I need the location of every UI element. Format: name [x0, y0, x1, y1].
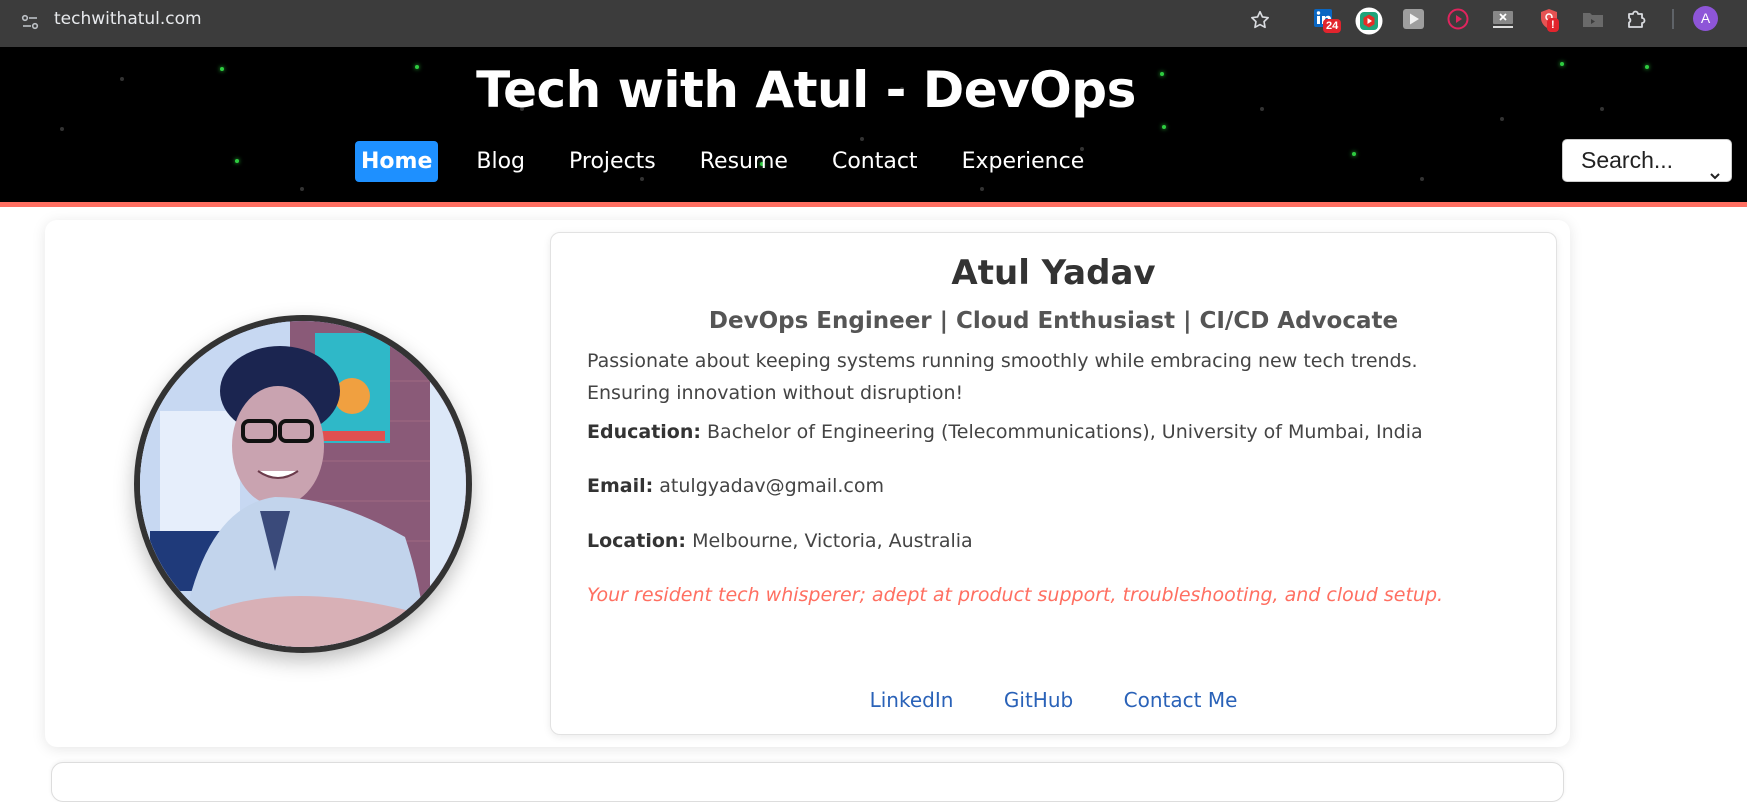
header-accent-line — [0, 202, 1747, 207]
profile-name: Atul Yadav — [951, 253, 1156, 293]
linkedin-extension-icon[interactable]: 24 — [1313, 7, 1342, 33]
nav-home[interactable]: Home — [355, 141, 439, 182]
linkedin-badge: 24 — [1323, 19, 1342, 33]
location-label: Location: — [587, 530, 687, 552]
location-value: Melbourne, Victoria, Australia — [692, 530, 973, 552]
play-extension-icon[interactable] — [1402, 7, 1428, 33]
email-label: Email: — [587, 475, 654, 497]
nav-blog[interactable]: Blog — [470, 141, 531, 182]
browser-toolbar: techwithatul.com 24 ! A — [0, 0, 1747, 47]
education-value: Bachelor of Engineering (Telecommunicati… — [707, 421, 1423, 443]
folder-video-extension-icon[interactable] — [1581, 7, 1607, 33]
education-label: Education: — [587, 421, 701, 443]
video-extension-icon[interactable] — [1355, 7, 1383, 35]
profile-education: Education: Bachelor of Engineering (Tele… — [587, 416, 1526, 448]
profile-location: Location: Melbourne, Victoria, Australia — [587, 525, 1526, 557]
nav-experience[interactable]: Experience — [956, 141, 1091, 182]
nav-projects[interactable]: Projects — [563, 141, 662, 182]
profile-quote: Your resident tech whisperer; adept at p… — [587, 584, 1444, 606]
nav-contact[interactable]: Contact — [826, 141, 924, 182]
security-extension-icon[interactable]: ! — [1537, 7, 1563, 33]
nav-resume[interactable]: Resume — [694, 141, 794, 182]
profile-email: Email: atulgyadav@gmail.com — [587, 470, 1526, 502]
site-info-icon[interactable] — [20, 12, 40, 32]
close-tab-extension-icon[interactable] — [1491, 7, 1517, 33]
github-link[interactable]: GitHub — [1004, 688, 1073, 712]
puzzle-extensions-icon[interactable] — [1625, 7, 1651, 33]
media-player-extension-icon[interactable] — [1446, 7, 1472, 33]
address-bar-url[interactable]: techwithatul.com — [54, 9, 202, 29]
star-dot — [1352, 152, 1356, 156]
star-dot — [300, 187, 304, 191]
star-dot — [1162, 125, 1166, 129]
profile-photo — [134, 315, 472, 653]
site-title: Tech with Atul - DevOps — [476, 61, 1136, 119]
site-header: Tech with Atul - DevOps Home Blog Projec… — [0, 47, 1747, 202]
star-dot — [60, 127, 64, 131]
search-select-value: Search... — [1581, 147, 1674, 173]
profile-card: Atul Yadav DevOps Engineer | Cloud Enthu… — [550, 232, 1557, 735]
toolbar-divider — [1672, 9, 1674, 29]
contact-me-link[interactable]: Contact Me — [1124, 688, 1238, 712]
profile-tagline: DevOps Engineer | Cloud Enthusiast | CI/… — [708, 308, 1399, 334]
search-select[interactable]: Search... — [1562, 139, 1732, 182]
email-value: atulgyadav@gmail.com — [659, 475, 884, 497]
profile-avatar[interactable]: A — [1693, 6, 1718, 31]
star-dot — [1645, 65, 1649, 69]
star-dot — [235, 159, 239, 163]
chevron-down-icon — [1709, 154, 1721, 180]
profile-links: LinkedIn GitHub Contact Me — [551, 688, 1556, 712]
security-badge: ! — [1547, 18, 1559, 32]
next-section-card — [51, 762, 1564, 802]
linkedin-link[interactable]: LinkedIn — [870, 688, 954, 712]
main-nav: Home Blog Projects Resume Contact Experi… — [355, 141, 1122, 182]
star-dot — [980, 187, 984, 191]
profile-bio: Passionate about keeping systems running… — [587, 350, 1418, 404]
star-dot — [1420, 177, 1424, 181]
bookmark-star-icon[interactable] — [1249, 9, 1271, 31]
